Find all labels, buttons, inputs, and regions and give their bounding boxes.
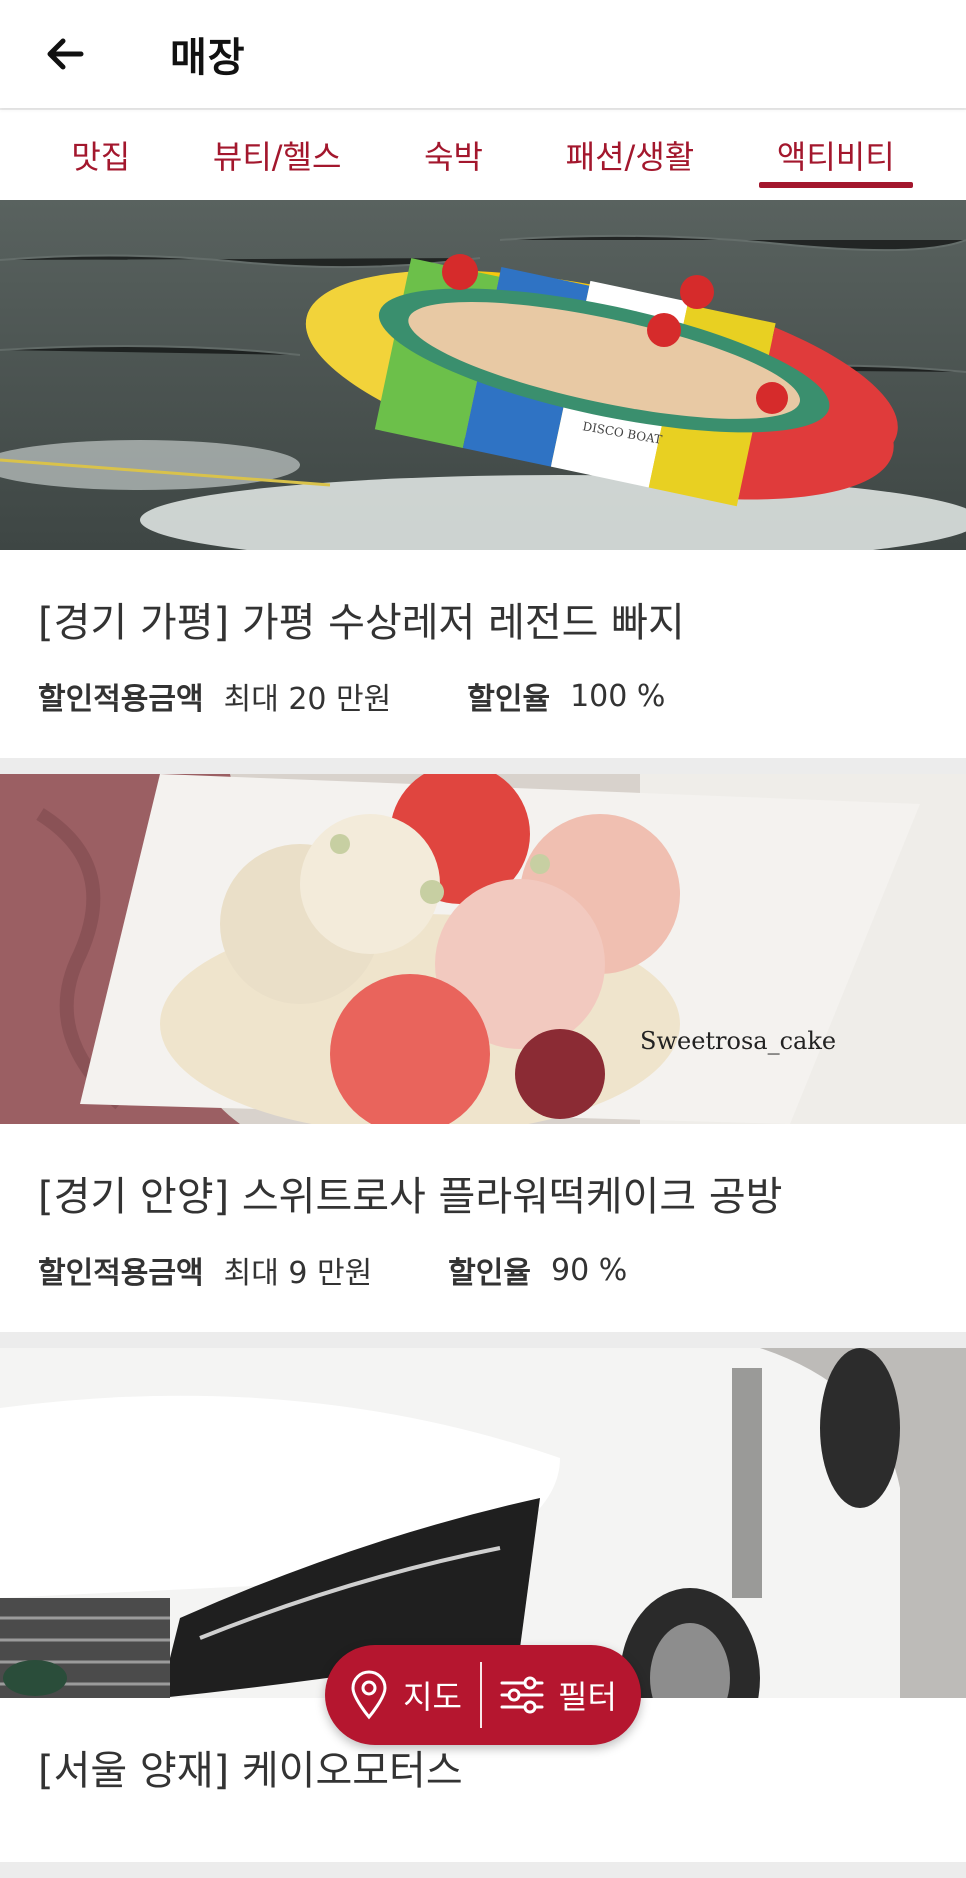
discount-rate-value: 90 % [550,1252,628,1288]
store-title: [경기 안양] 스위트로사 플라워떡케이크 공방 [38,1174,783,1220]
map-pin-icon [351,1670,387,1720]
store-image-boat: DISCO BOAT [0,200,966,550]
store-card[interactable]: DISCO BOAT [경기 가평] 가평 수상레저 레전드 빠지 할인적용금액… [0,200,966,758]
page-title: 매장 [170,35,246,81]
store-list: DISCO BOAT [경기 가평] 가평 수상레저 레전드 빠지 할인적용금액… [0,200,966,1878]
category-tabs: 맛집 뷰티/헬스 숙박 패션/생활 액티비티 [0,110,966,200]
discount-info: 할인적용금액 최대 20 만원 할인율 100 % [38,674,928,718]
tab-beauty-health[interactable]: 뷰티/헬스 [195,110,360,200]
store-card[interactable]: Sweetrosa_cake [경기 안양] 스위트로사 플라워떡케이크 공방 … [0,774,966,1332]
filter-sliders-icon [500,1676,544,1714]
discount-limit-value: 최대 9 만원 [223,1256,373,1291]
button-divider [480,1662,482,1728]
tab-fashion-living[interactable]: 패션/생활 [548,110,713,200]
filter-button[interactable]: 필터 [482,1672,635,1718]
store-image-cake: Sweetrosa_cake [0,774,966,1124]
tab-activity[interactable]: 액티비티 [758,110,913,200]
app-header: 매장 [0,0,966,108]
map-button-label: 지도 [403,1678,462,1716]
filter-button-label: 필터 [558,1678,617,1716]
store-card[interactable]: [서울 양재] 케이오모터스 [0,1348,966,1862]
map-button[interactable]: 지도 [331,1670,480,1720]
discount-info: 할인적용금액 최대 9 만원 할인율 90 % [38,1248,928,1292]
map-filter-button-group: 지도 필터 [325,1645,641,1745]
discount-limit-label: 할인적용금액 [38,1256,204,1291]
discount-rate-label: 할인율 [467,682,551,717]
discount-rate-label: 할인율 [448,1256,531,1291]
discount-rate-value: 100 % [570,678,666,714]
tab-lodging[interactable]: 숙박 [406,110,501,200]
tab-restaurants[interactable]: 맛집 [53,110,148,200]
cake-watermark: Sweetrosa_cake [640,1027,836,1055]
back-button[interactable] [30,19,100,89]
store-title: [경기 가평] 가평 수상레저 레전드 빠지 [38,600,685,646]
store-title: [서울 양재] 케이오모터스 [38,1748,463,1794]
discount-limit-label: 할인적용금액 [38,682,204,717]
discount-limit-value: 최대 20 만원 [223,682,392,717]
back-arrow-icon [47,38,84,70]
